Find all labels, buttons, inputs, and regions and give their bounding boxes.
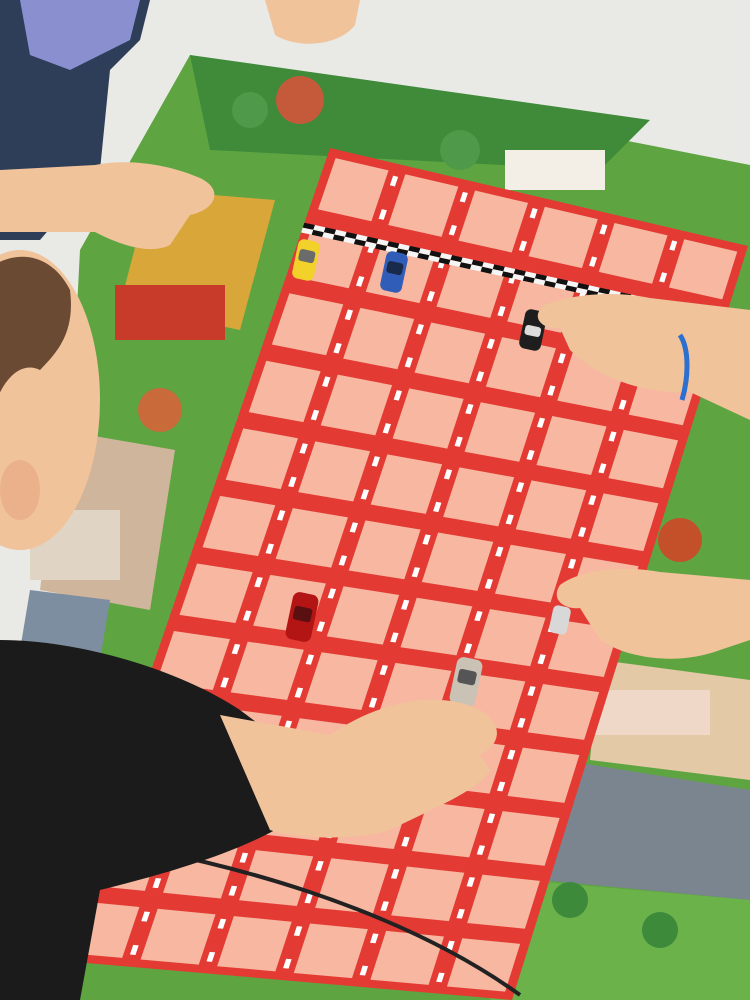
right-houses xyxy=(590,690,710,735)
boy-ear xyxy=(0,460,40,520)
tree xyxy=(658,518,702,562)
tree xyxy=(642,912,678,948)
board-game-photo xyxy=(0,0,750,1000)
tree xyxy=(232,92,268,128)
farmhouse xyxy=(115,285,225,340)
manor-house xyxy=(505,150,605,190)
tree xyxy=(276,76,324,124)
tree xyxy=(552,882,588,918)
tree xyxy=(138,388,182,432)
tree xyxy=(440,130,480,170)
